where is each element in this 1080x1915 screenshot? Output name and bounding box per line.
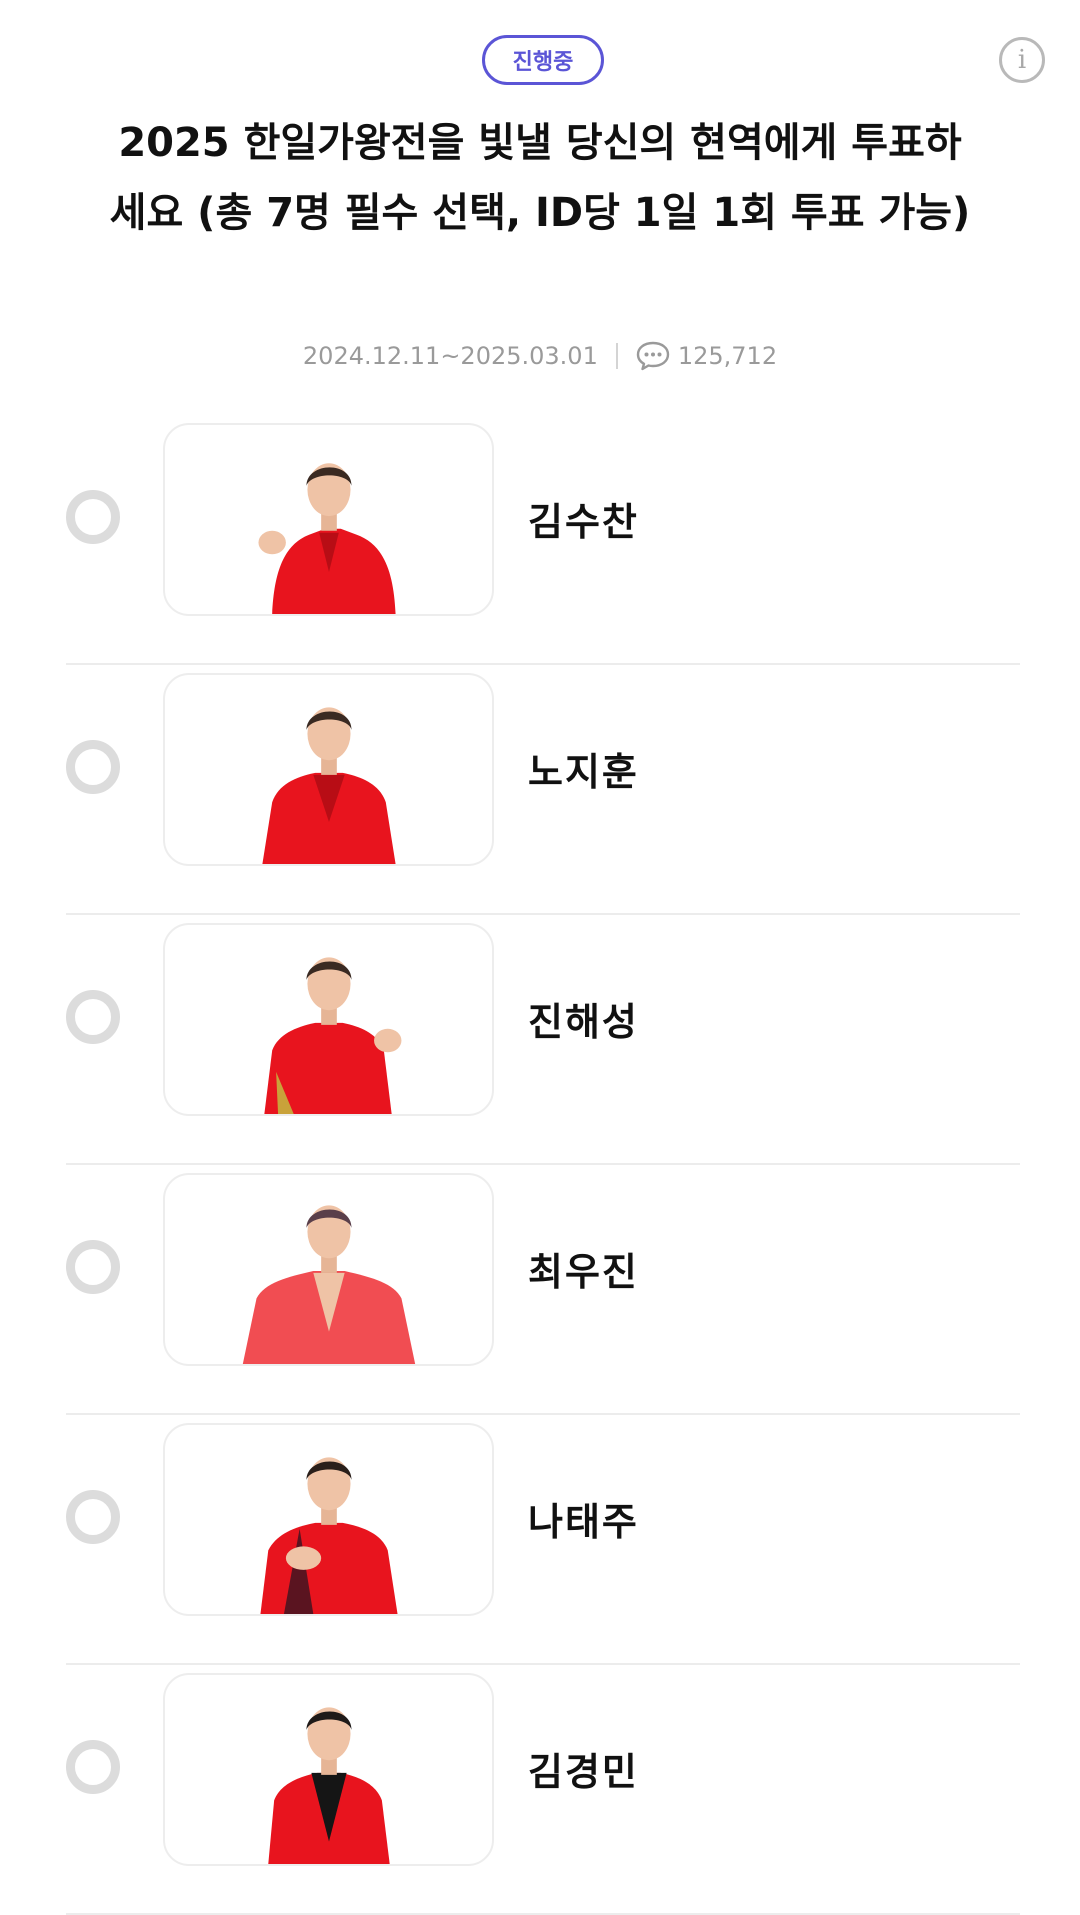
person-in-red-costume-image [264,957,402,1114]
radio-button[interactable] [66,990,120,1044]
candidate-name: 나태주 [528,1500,639,1544]
comment-count: 125,712 [677,342,778,370]
speech-bubble-icon[interactable] [636,341,670,371]
candidate-name: 김경민 [528,1750,639,1794]
candidate-photo [163,1173,494,1366]
candidate-photo [163,1423,494,1616]
candidate-photo [163,923,494,1116]
radio-button[interactable] [66,1240,120,1294]
candidate-photo [163,673,494,866]
person-in-red-costume-image [260,1457,398,1614]
meta-divider [615,343,618,369]
candidate-photo [163,1673,494,1866]
person-in-red-costume-image [268,1707,390,1864]
meta-row: 2024.12.11~2025.03.01 125,712 [0,336,1080,376]
candidate-row[interactable]: 김수찬 [0,415,1080,665]
candidate-row[interactable]: 나태주 [0,1415,1080,1665]
candidate-row[interactable]: 노지훈 [0,665,1080,915]
candidate-row[interactable]: 김경민 [0,1665,1080,1915]
radio-button[interactable] [66,490,120,544]
candidate-row[interactable]: 진해성 [0,915,1080,1165]
candidate-row[interactable]: 최우진 [0,1165,1080,1415]
status-badge: 진행중 [482,35,604,85]
candidate-list: 김수찬 노지훈 진해성 최우진 나태주 김경민 [0,415,1080,1915]
candidate-name: 김수찬 [528,500,639,544]
person-in-red-costume-image [258,463,396,614]
candidate-name: 진해성 [528,1000,639,1044]
radio-button[interactable] [66,1490,120,1544]
candidate-photo [163,423,494,616]
radio-button[interactable] [66,1740,120,1794]
page-title: 2025 한일가왕전을 빛낼 당신의 현역에게 투표하세요 (총 7명 필수 선… [109,120,971,236]
person-in-red-costume-image [242,1205,416,1364]
person-in-red-costume-image [262,707,396,864]
candidate-name: 노지훈 [528,750,639,794]
vote-date-range: 2024.12.11~2025.03.01 [302,342,598,370]
info-icon[interactable]: i [999,37,1045,83]
radio-button[interactable] [66,740,120,794]
candidate-name: 최우진 [528,1250,639,1294]
